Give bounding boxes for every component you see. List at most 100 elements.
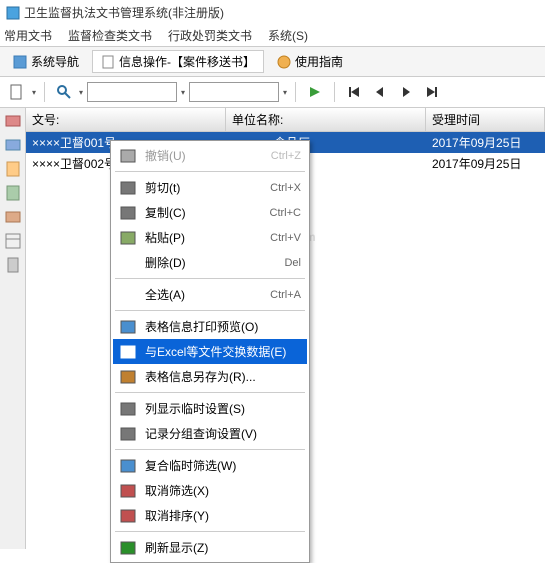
play-button[interactable] [304,81,326,103]
menu-item[interactable]: 列显示临时设置(S) [113,396,307,421]
menu-item-label: 删除(D) [145,254,276,271]
side-icon-6[interactable] [4,232,22,250]
tab-guide[interactable]: 使用指南 [268,50,352,73]
tab-bar: 系统导航 信息操作-【案件移送书】 使用指南 [0,46,545,77]
menu-item[interactable]: 复制(C) Ctrl+C [113,200,307,225]
menu-bar: 常用文书 监督检查类文书 行政处罚类文书 系统(S) [0,25,545,46]
menu-separator [115,310,305,311]
menu-item[interactable]: 表格信息另存为(R)... [113,364,307,389]
menu-item-shortcut: Del [284,257,301,269]
menu-item[interactable]: 剪切(t) Ctrl+X [113,175,307,200]
menu-item-shortcut: Ctrl+Z [271,150,301,162]
menu-item-label: 粘贴(P) [145,229,262,246]
side-icon-3[interactable] [4,160,22,178]
unfilter-icon [119,483,137,499]
menu-item[interactable]: 表格信息打印预览(O) [113,314,307,339]
dropdown-icon[interactable]: ▾ [79,88,83,97]
menu-item-label: 列显示临时设置(S) [145,400,301,417]
col-unit[interactable]: 单位名称: [226,108,426,131]
menu-item-shortcut: Ctrl+A [270,289,301,301]
dropdown-icon[interactable]: ▾ [283,88,287,97]
new-button[interactable] [6,81,28,103]
filter-icon [119,458,137,474]
cell-date: 2017年09月25日 [426,132,545,153]
menu-item[interactable]: 复合临时筛选(W) [113,453,307,478]
unsort-icon [119,508,137,524]
cols-icon [119,401,137,417]
tab-active[interactable]: 信息操作-【案件移送书】 [92,50,264,73]
search-input[interactable] [87,82,177,102]
menu-item-label: 表格信息打印预览(O) [145,318,301,335]
search-button[interactable] [53,81,75,103]
tab-nav-label: 系统导航 [31,53,79,70]
last-button[interactable] [421,81,443,103]
cut-icon [119,180,137,196]
menu-item[interactable]: 记录分组查询设置(V) [113,421,307,446]
menu-separator [115,531,305,532]
menu-penalty[interactable]: 行政处罚类文书 [168,27,252,44]
prev-button[interactable] [369,81,391,103]
menu-item-label: 全选(A) [145,286,262,303]
excel-icon [119,344,137,360]
save-icon [119,369,137,385]
col-docnum[interactable]: 文号: [26,108,226,131]
next-button[interactable] [395,81,417,103]
menu-item[interactable]: 取消筛选(X) [113,478,307,503]
menu-separator [115,278,305,279]
menu-item-shortcut: Ctrl+X [270,182,301,194]
menu-separator [115,171,305,172]
side-icon-2[interactable] [4,136,22,154]
menu-item[interactable]: 刷新显示(Z) [113,535,307,560]
menu-item-label: 表格信息另存为(R)... [145,368,301,385]
menu-item-label: 取消排序(Y) [145,507,301,524]
tab-nav[interactable]: 系统导航 [4,50,88,73]
cell-date: 2017年09月25日 [426,153,545,174]
preview-icon [119,319,137,335]
app-icon [6,6,20,20]
menu-separator [115,449,305,450]
doc-icon [101,55,115,69]
menu-item-label: 复合临时筛选(W) [145,457,301,474]
side-icon-4[interactable] [4,184,22,202]
menu-item-label: 记录分组查询设置(V) [145,425,301,442]
copy-icon [119,205,137,221]
side-icon-5[interactable] [4,208,22,226]
window-title: 卫生监督执法文书管理系统(非注册版) [24,4,224,21]
menu-item: 撤销(U) Ctrl+Z [113,143,307,168]
dropdown-icon[interactable]: ▾ [181,88,185,97]
separator [334,82,335,102]
dropdown-icon[interactable]: ▾ [32,88,36,97]
nav-icon [13,55,27,69]
menu-item-shortcut: Ctrl+V [270,232,301,244]
menu-item-label: 刷新显示(Z) [145,539,301,556]
menu-item[interactable]: 全选(A) Ctrl+A [113,282,307,307]
side-icon-7[interactable] [4,256,22,274]
menu-item[interactable]: 取消排序(Y) [113,503,307,528]
menu-separator [115,392,305,393]
menu-common[interactable]: 常用文书 [4,27,52,44]
menu-item-shortcut: Ctrl+C [270,207,301,219]
tab-guide-label: 使用指南 [295,53,343,70]
menu-item[interactable]: 与Excel等文件交换数据(E) [113,339,307,364]
separator [44,82,45,102]
table-header: 文号: 单位名称: 受理时间 [26,108,545,132]
col-date[interactable]: 受理时间 [426,108,545,131]
menu-inspect[interactable]: 监督检查类文书 [68,27,152,44]
side-icon-1[interactable] [4,112,22,130]
toolbar: ▾ ▾ ▾ ▾ [0,77,545,108]
refresh-icon [119,540,137,556]
menu-item[interactable]: 粘贴(P) Ctrl+V [113,225,307,250]
menu-item-label: 复制(C) [145,204,262,221]
first-button[interactable] [343,81,365,103]
paste-icon [119,230,137,246]
blank-icon [119,255,137,271]
title-bar: 卫生监督执法文书管理系统(非注册版) [0,0,545,25]
filter-input[interactable] [189,82,279,102]
menu-item-label: 取消筛选(X) [145,482,301,499]
menu-system[interactable]: 系统(S) [268,27,308,44]
undo-icon [119,148,137,164]
context-menu: 撤销(U) Ctrl+Z 剪切(t) Ctrl+X 复制(C) Ctrl+C 粘… [110,140,310,563]
menu-item-label: 剪切(t) [145,179,262,196]
group-icon [119,426,137,442]
menu-item[interactable]: 删除(D) Del [113,250,307,275]
